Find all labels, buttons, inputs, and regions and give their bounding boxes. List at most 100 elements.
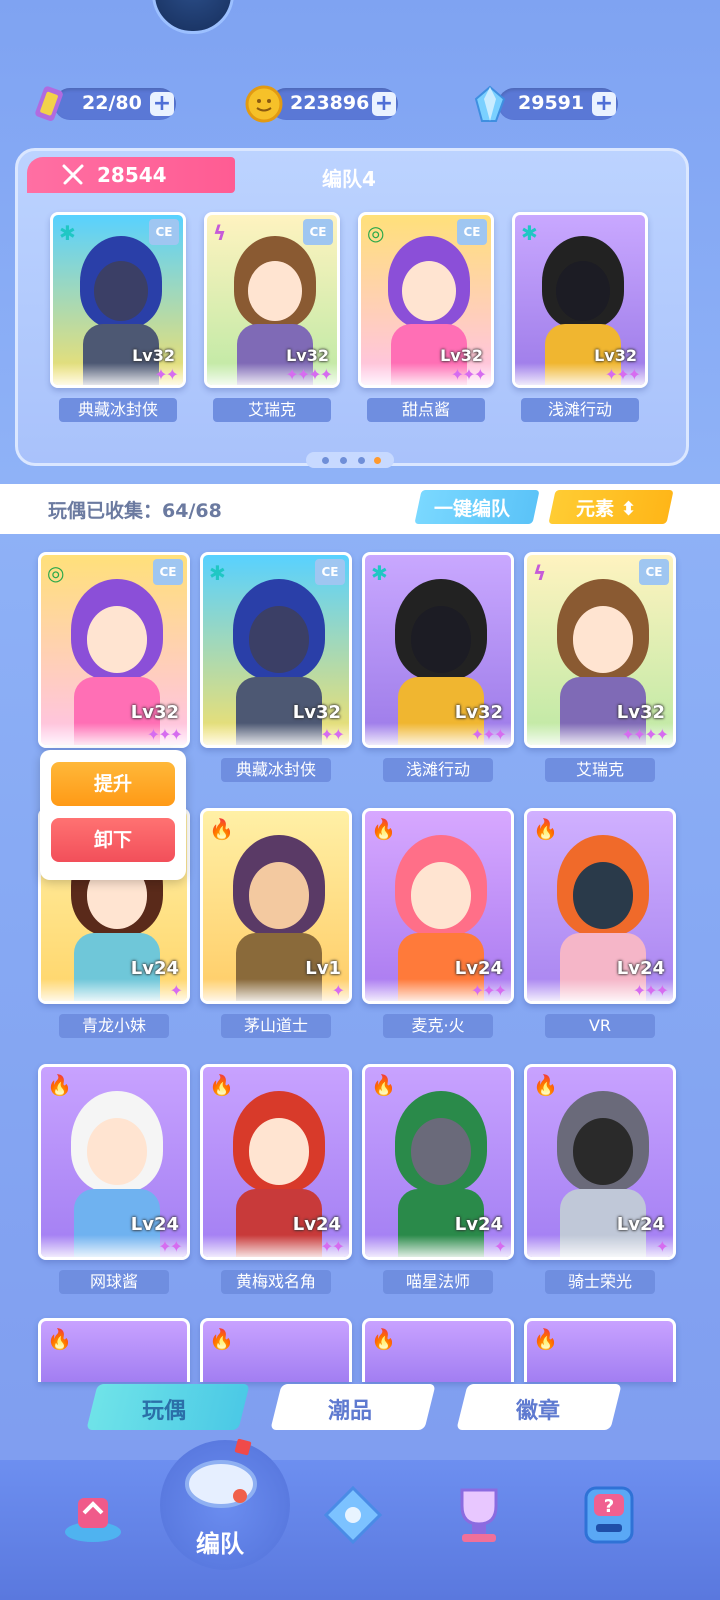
team-member-card[interactable]: ✱ ✦✦✦ Lv32 (512, 212, 648, 388)
svg-text:?: ? (604, 1496, 614, 1517)
doll-card[interactable]: 🔥 (524, 1318, 676, 1382)
character-face (401, 260, 457, 321)
fire-element-icon: 🔥 (47, 1327, 72, 1351)
level-label: Lv32 (292, 702, 341, 723)
doll-card[interactable]: ✱ CE ✦✦ Lv32 (200, 552, 352, 748)
crystal-bar: 29591 + (474, 85, 618, 122)
collection-label: 玩偶已收集： (48, 500, 163, 522)
fire-element-icon: 🔥 (209, 1327, 234, 1351)
star-icons: ✦✦ (320, 1237, 345, 1256)
star-icons: ✦✦✦ (604, 365, 641, 384)
collection-value: 64/68 (162, 500, 222, 522)
upgrade-button[interactable]: 提升 (51, 762, 175, 806)
element-icon: 🔥 (371, 1073, 396, 1097)
ce-badge: CE (639, 559, 669, 585)
doll-card[interactable]: 🔥 ✦ Lv24 (362, 1064, 514, 1260)
doll-card[interactable]: 🔥 (362, 1318, 514, 1382)
star-rating: ✦ (41, 979, 187, 1001)
doll-card[interactable]: 🔥 ✦ Lv24 (524, 1064, 676, 1260)
element-icon: ✱ (371, 561, 388, 585)
add-crystals-button[interactable]: + (592, 92, 616, 116)
element-icon: ◎ (367, 221, 385, 245)
nav-home-icon[interactable] (58, 1480, 128, 1550)
character-face (572, 605, 634, 673)
fire-element-icon: 🔥 (533, 1327, 558, 1351)
star-rating: ✦✦✦ (365, 723, 511, 745)
doll-name-plate: 青龙小妹 (59, 1014, 169, 1038)
doll-card[interactable]: 🔥 (38, 1318, 190, 1382)
character-face (247, 260, 303, 321)
ticket-icon (35, 86, 63, 121)
doll-card[interactable]: 🔥 ✦✦ Lv24 (38, 1064, 190, 1260)
doll-card[interactable]: 🔥 ✦✦ Lv24 (200, 1064, 352, 1260)
character-face (572, 861, 634, 929)
doll-card[interactable]: ◎ CE ✦✦✦ Lv32 (38, 552, 190, 748)
ce-badge: CE (149, 219, 179, 245)
star-rating: ✦✦✦ (515, 363, 645, 385)
element-icon: 🔥 (47, 1073, 72, 1097)
character-face (248, 605, 310, 673)
star-icons: ✦ (493, 1237, 507, 1256)
team-member-name-plate: 浅滩行动 (521, 398, 639, 422)
star-rating: ✦✦✦✦ (207, 363, 337, 385)
doll-card[interactable]: 🔥 ✦✦✦ Lv24 (524, 808, 676, 1004)
remove-button[interactable]: 卸下 (51, 818, 175, 862)
nav-gamepad-icon[interactable] (318, 1480, 388, 1550)
element-filter-label: 元素 ⬍ (576, 498, 637, 520)
star-rating: ✦✦✦ (365, 979, 511, 1001)
star-rating: ✦✦ (41, 1235, 187, 1257)
doll-name-plate: 茅山道士 (221, 1014, 331, 1038)
collection-count: 玩偶已收集：64/68 (48, 496, 222, 523)
doll-name-plate: 黄梅戏名角 (221, 1270, 331, 1294)
doll-name-plate: 浅滩行动 (383, 758, 493, 782)
doll-card[interactable]: 🔥 (200, 1318, 352, 1382)
star-rating: ✦✦✦ (361, 363, 491, 385)
fire-element-icon: 🔥 (371, 1327, 396, 1351)
add-coins-button[interactable]: + (372, 92, 396, 116)
character-face (248, 1117, 310, 1185)
level-label: Lv24 (454, 1214, 503, 1235)
star-icons: ✦✦✦ (146, 725, 183, 744)
doll-name-plate: VR (545, 1014, 655, 1038)
star-icons: ✦✦✦ (450, 365, 487, 384)
team-member-card[interactable]: ✱ CE ✦✦ Lv32 (50, 212, 186, 388)
character-face (555, 260, 611, 321)
level-label: Lv32 (440, 346, 483, 365)
ticket-bar: 22/80 + (35, 86, 176, 121)
team-member-name-plate: 典藏冰封侠 (59, 398, 177, 422)
whistle-icon (185, 1438, 257, 1508)
level-label: Lv1 (305, 958, 341, 979)
doll-card[interactable]: ϟ CE ✦✦✦✦ Lv32 (524, 552, 676, 748)
team-power-badge: 28544 (27, 157, 235, 193)
element-icon: 🔥 (371, 817, 396, 841)
doll-card[interactable]: ✱ ✦✦✦ Lv32 (362, 552, 514, 748)
nav-team-label: 编队 (196, 1530, 244, 1558)
star-icons: ✦✦✦ (470, 725, 507, 744)
element-icon: ϟ (213, 221, 227, 245)
doll-card[interactable]: 🔥 ✦✦✦ Lv24 (362, 808, 514, 1004)
element-icon: 🔥 (533, 1073, 558, 1097)
team-member-card[interactable]: ◎ CE ✦✦✦ Lv32 (358, 212, 494, 388)
character-face (248, 861, 310, 929)
level-label: Lv24 (292, 1214, 341, 1235)
element-icon: ✱ (59, 221, 76, 245)
tab-badges-label: 徽章 (516, 1399, 561, 1424)
level-label: Lv24 (454, 958, 503, 979)
star-rating: ✦✦✦ (41, 723, 187, 745)
character-face (410, 861, 472, 929)
doll-name-plate: 网球酱 (59, 1270, 169, 1294)
star-icons: ✦ (169, 981, 183, 1000)
team-member-card[interactable]: ϟ CE ✦✦✦✦ Lv32 (204, 212, 340, 388)
element-icon: 🔥 (533, 817, 558, 841)
element-icon: ✱ (521, 221, 538, 245)
nav-trophy-icon[interactable] (444, 1480, 514, 1550)
level-label: Lv32 (616, 702, 665, 723)
doll-card[interactable]: 🔥 ✦ Lv1 (200, 808, 352, 1004)
star-icons: ✦ (331, 981, 345, 1000)
star-rating: ✦✦ (53, 363, 183, 385)
character-face (93, 260, 149, 321)
nav-gacha-machine-icon[interactable]: ? (574, 1480, 644, 1550)
star-rating: ✦✦ (203, 1235, 349, 1257)
quick-team-label: 一键编队 (434, 498, 511, 520)
add-tickets-button[interactable]: + (150, 92, 174, 116)
